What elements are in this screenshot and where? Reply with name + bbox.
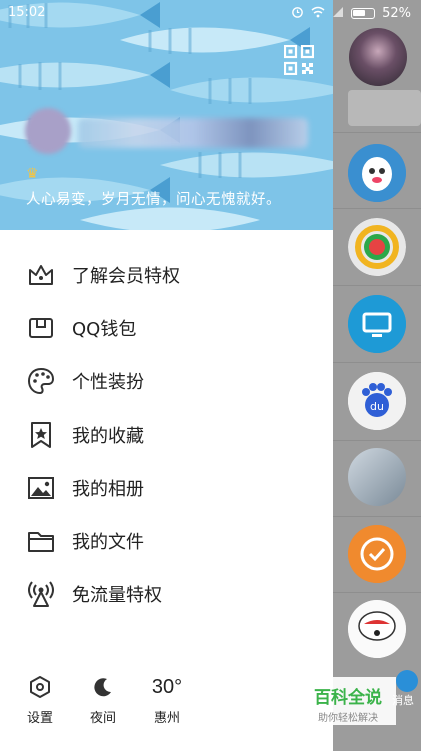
watermark-subtitle: 助你轻松解决 — [318, 713, 378, 724]
menu-item-personalization[interactable]: 个性装扮 — [0, 355, 333, 408]
divider — [333, 362, 421, 363]
status-bar: 15:02 52% — [0, 0, 421, 26]
messages-tab-icon[interactable] — [396, 670, 418, 692]
settings-button[interactable]: 设置 — [10, 672, 70, 726]
chat-avatar[interactable] — [348, 600, 406, 658]
watermark-logo: 百科全说 助你轻松解决 — [300, 677, 396, 725]
menu-item-label: 我的文件 — [72, 532, 144, 554]
vip-crown-icon: ♛ — [26, 166, 39, 182]
night-mode-label: 夜间 — [89, 711, 116, 726]
settings-label: 设置 — [26, 711, 53, 726]
side-drawer: ♛ 人心易变，岁月无情，问心无愧就好。 了解会员特权 QQ钱包 个性装扮 我的收… — [0, 0, 333, 751]
weather-temperature: 30° — [151, 675, 183, 698]
divider — [333, 592, 421, 593]
divider — [333, 516, 421, 517]
menu-item-label: 我的收藏 — [72, 425, 144, 447]
battery-percent: 52% — [382, 6, 411, 21]
chat-avatar[interactable] — [348, 448, 406, 506]
qr-code-icon[interactable] — [284, 45, 314, 75]
chat-avatar[interactable] — [348, 144, 406, 202]
status-icons: 52% — [291, 5, 411, 22]
status-time: 15:02 — [8, 5, 46, 20]
night-mode-button[interactable]: 夜间 — [73, 672, 133, 726]
menu-item-favorites[interactable]: 我的收藏 — [0, 408, 333, 461]
menu-item-album[interactable]: 我的相册 — [0, 461, 333, 514]
profile-header[interactable]: ♛ 人心易变，岁月无情，问心无愧就好。 — [0, 0, 333, 230]
menu-item-qq-wallet[interactable]: QQ钱包 — [0, 301, 333, 354]
menu-item-free-data[interactable]: 免流量特权 — [0, 568, 333, 621]
chat-avatar[interactable]: du — [348, 372, 406, 430]
user-avatar[interactable] — [349, 28, 407, 86]
menu-item-label: 我的相册 — [72, 478, 144, 500]
signal-icon — [332, 6, 344, 22]
menu-item-label: QQ钱包 — [72, 318, 137, 340]
menu-item-label: 了解会员特权 — [72, 265, 180, 287]
profile-signature[interactable]: 人心易变，岁月无情，问心无愧就好。 — [26, 188, 281, 209]
divider — [333, 132, 421, 133]
moon-icon — [73, 672, 133, 702]
battery-icon — [351, 8, 376, 19]
drawer-menu: 了解会员特权 QQ钱包 个性装扮 我的收藏 我的相册 我的文件 免流量特权 — [0, 248, 333, 621]
wifi-icon — [311, 6, 325, 22]
search-bar[interactable] — [348, 90, 421, 126]
settings-hexagon-icon — [10, 672, 70, 702]
chat-avatar[interactable] — [348, 525, 406, 583]
weather-city: 惠州 — [153, 711, 180, 726]
menu-item-label: 免流量特权 — [72, 585, 162, 607]
weather-button[interactable]: 30° 惠州 — [137, 672, 197, 727]
palette-icon — [26, 366, 56, 396]
photo-icon — [26, 473, 56, 503]
crown-icon — [26, 260, 56, 290]
signal-tower-icon — [26, 579, 56, 609]
watermark-title: 百科全说 — [314, 688, 382, 708]
divider — [333, 440, 421, 441]
chat-avatar[interactable] — [348, 295, 406, 353]
menu-item-files[interactable]: 我的文件 — [0, 514, 333, 567]
wallet-icon — [26, 313, 56, 343]
bookmark-icon — [26, 420, 56, 450]
folder-icon — [26, 526, 56, 556]
background-chat-list: du 消息 — [333, 0, 421, 751]
alarm-icon — [291, 5, 304, 22]
profile-nickname-blurred[interactable] — [78, 118, 308, 148]
svg-text:du: du — [370, 400, 384, 413]
chat-avatar[interactable] — [348, 218, 406, 276]
divider — [333, 208, 421, 209]
profile-avatar[interactable] — [25, 108, 71, 154]
divider — [333, 285, 421, 286]
menu-item-vip-privileges[interactable]: 了解会员特权 — [0, 248, 333, 301]
drawer-footer: 设置 夜间 30° 惠州 — [0, 672, 333, 732]
menu-item-label: 个性装扮 — [72, 372, 144, 394]
